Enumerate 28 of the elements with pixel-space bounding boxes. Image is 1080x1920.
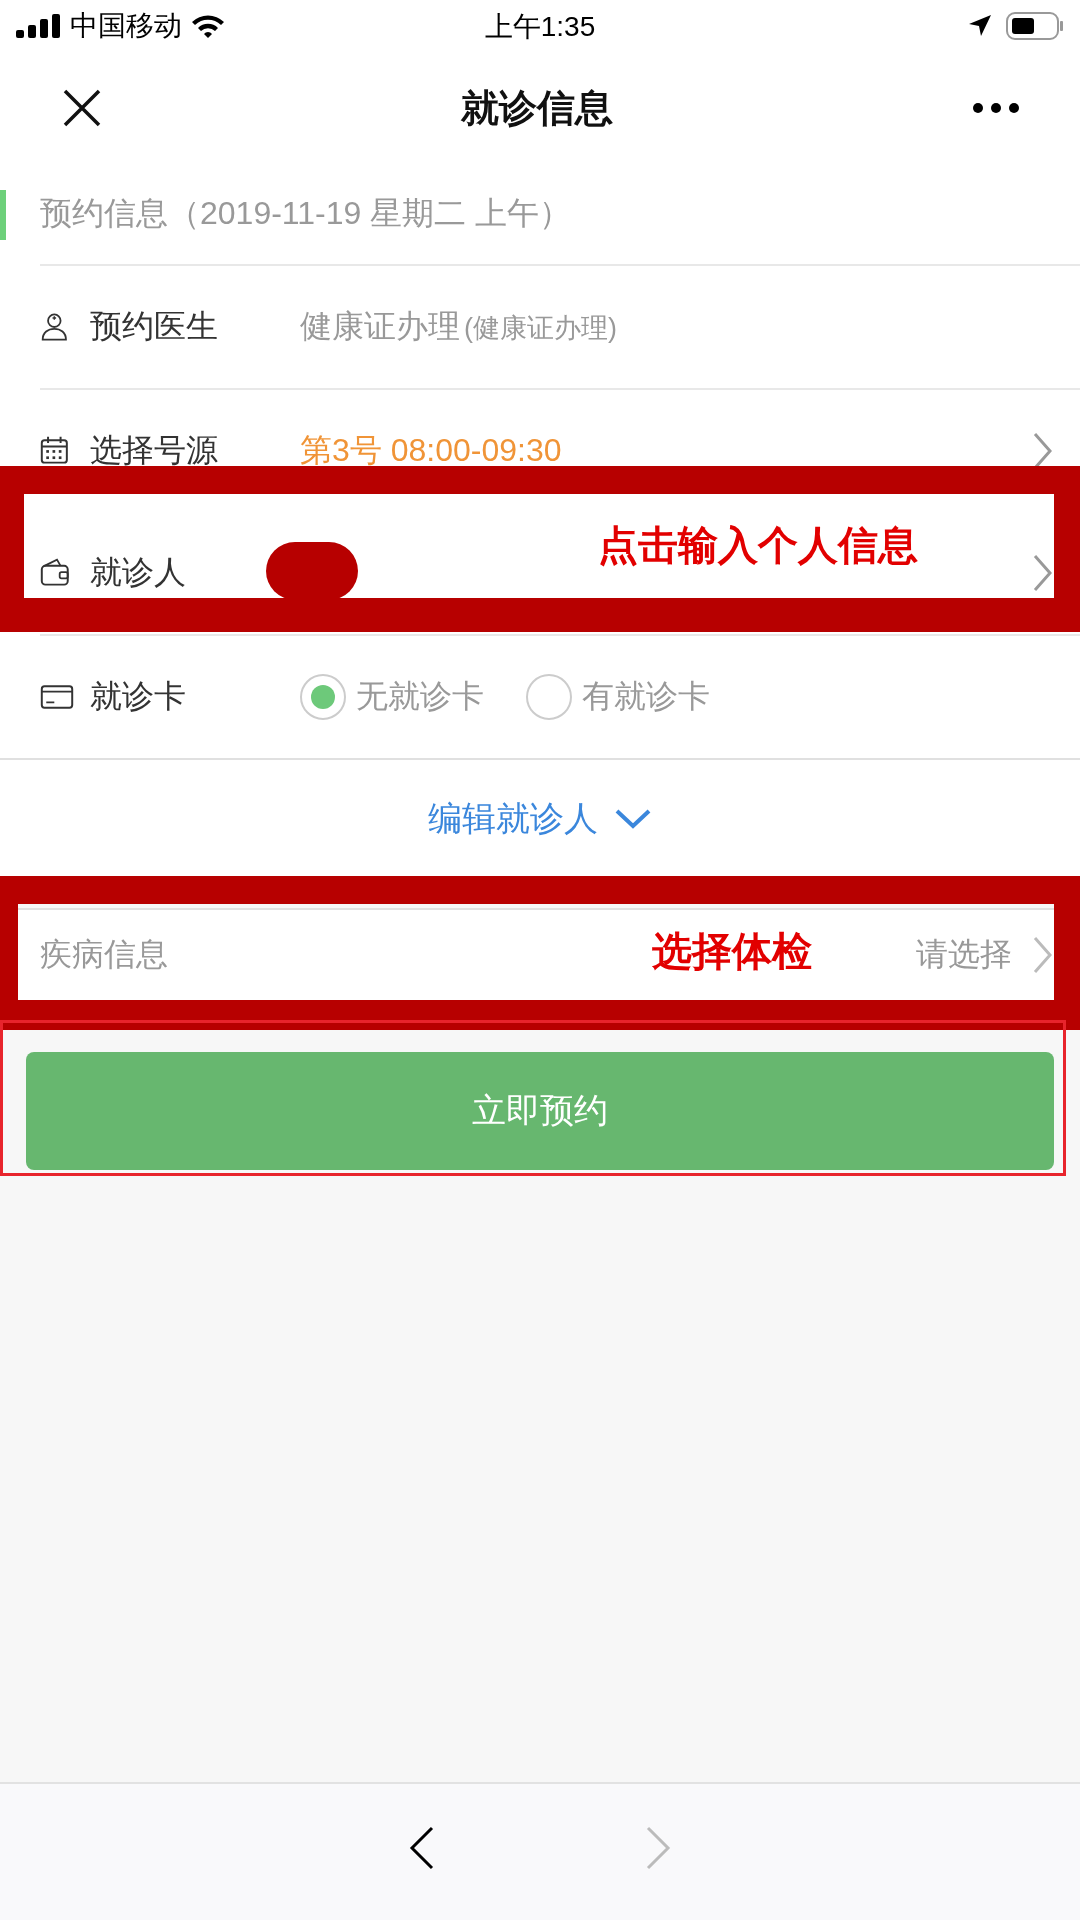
section-header: 预约信息（2019-11-19 星期二 上午） [40,194,572,233]
battery-icon [1006,12,1064,40]
chevron-right-icon [1032,935,1054,975]
book-now-button[interactable]: 立即预约 [26,1052,1054,1170]
row-note: (健康证办理) [464,312,617,345]
row-label: 预约医生 [90,307,219,346]
row-value: 健康证办理 [300,307,460,346]
row-value: 第3号 08:00-09:30 [300,431,563,470]
location-arrow-icon [968,14,992,38]
annotation-label: 点击输入个人信息 [598,522,918,569]
carrier-name: 中国移动 [70,9,182,43]
chevron-right-icon[interactable] [1032,553,1054,593]
radio-option[interactable]: 有就诊卡 [526,674,710,720]
page-title: 就诊信息 [461,85,613,131]
edit-patient-link[interactable]: 编辑就诊人 [428,796,598,842]
close-icon[interactable] [62,88,102,128]
signal-icon [16,14,62,38]
status-time: 上午1:35 [484,11,596,42]
back-icon[interactable] [409,1826,435,1870]
more-icon[interactable] [972,102,1020,114]
wifi-icon [190,13,226,39]
radio-option[interactable]: 无就诊卡 [300,674,484,720]
chevron-down-icon[interactable] [614,808,652,830]
row-label: 就诊人 [90,553,187,592]
row-label: 选择号源 [90,431,219,470]
accent-bar [0,190,6,240]
annotation-label: 选择体检 [652,928,812,975]
row-label: 就诊卡 [90,677,187,716]
